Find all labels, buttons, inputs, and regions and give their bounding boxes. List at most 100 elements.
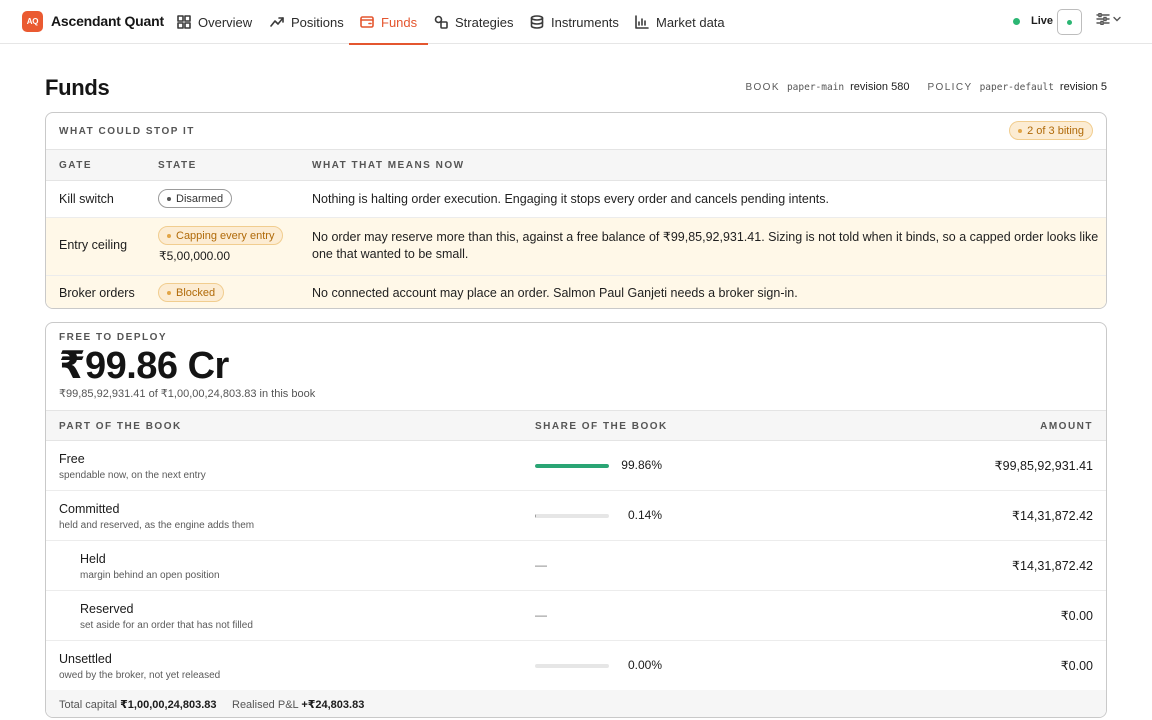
funds-row-unsettled[interactable]: Unsettled owed by the broker, not yet re… bbox=[46, 641, 1106, 691]
page-title: Funds bbox=[45, 75, 110, 100]
share-bar bbox=[535, 464, 609, 468]
wallet-icon bbox=[360, 16, 374, 28]
total-capital-label: Total capital bbox=[59, 699, 118, 711]
policy-revision: revision 5 bbox=[1059, 81, 1107, 93]
part-amount: ₹14,31,872.42 bbox=[1012, 559, 1093, 573]
gate-name: Entry ceiling bbox=[59, 238, 128, 252]
state-badge-text: Blocked bbox=[176, 286, 216, 299]
brand-logo[interactable]: AQ bbox=[22, 11, 43, 32]
share-empty: — bbox=[535, 558, 547, 572]
part-title: Unsettled bbox=[59, 652, 112, 666]
part-desc: owed by the broker, not yet released bbox=[59, 670, 221, 681]
nav-market-data-label: Market data bbox=[656, 14, 725, 30]
nav-overview-label: Overview bbox=[198, 14, 253, 30]
gates-table-header: GATE STATE WHAT THAT MEANS NOW bbox=[46, 150, 1106, 181]
share-bar bbox=[535, 664, 609, 668]
realised-pnl-label: Realised P&L bbox=[232, 699, 299, 711]
col-state: STATE bbox=[158, 160, 197, 171]
sliders-icon bbox=[1096, 13, 1110, 25]
share-bar-fill bbox=[535, 464, 609, 468]
state-badge-text: Disarmed bbox=[176, 192, 224, 205]
funds-table-header: PART OF THE BOOK SHARE OF THE BOOK AMOUN… bbox=[46, 410, 1106, 441]
gates-card: WHAT COULD STOP IT 2 of 3 biting GATE ST… bbox=[45, 112, 1107, 309]
part-title: Reserved bbox=[80, 602, 134, 616]
shapes-icon bbox=[434, 15, 448, 29]
share-percent: 99.86% bbox=[621, 458, 662, 472]
trend-icon bbox=[270, 17, 284, 27]
state-badge-text: Capping every entry bbox=[176, 229, 275, 242]
entry-ceiling-value: ₹5,00,000.00 bbox=[159, 249, 231, 263]
state-badge: Capping every entry bbox=[158, 226, 284, 245]
bar-chart-icon bbox=[635, 15, 649, 29]
part-amount: ₹0.00 bbox=[1060, 659, 1093, 673]
settings-menu-button[interactable] bbox=[1096, 13, 1121, 25]
book-revision: revision 580 bbox=[850, 81, 910, 93]
biting-count-text: 2 of 3 biting bbox=[1027, 124, 1084, 137]
live-status-dot bbox=[1013, 18, 1020, 25]
nav-positions[interactable]: Positions bbox=[270, 0, 344, 44]
live-toggle-button[interactable] bbox=[1057, 9, 1082, 35]
gate-name: Broker orders bbox=[59, 286, 135, 300]
biting-count-badge: 2 of 3 biting bbox=[1009, 121, 1093, 140]
funds-card: FREE TO DEPLOY ₹99.86 Cr ₹99,85,92,931.4… bbox=[45, 322, 1107, 718]
part-title: Held bbox=[80, 552, 106, 566]
col-part: PART OF THE BOOK bbox=[59, 421, 182, 432]
funds-row-free[interactable]: Free spendable now, on the next entry 99… bbox=[46, 441, 1106, 491]
realised-pnl: Realised P&L +₹24,803.83 bbox=[232, 698, 364, 711]
policy-key: POLICY bbox=[927, 82, 973, 93]
nav-overview[interactable]: Overview bbox=[177, 0, 252, 44]
gate-row-entry-ceiling[interactable]: Entry ceiling Capping every entry ₹5,00,… bbox=[46, 218, 1106, 276]
state-badge: Disarmed bbox=[158, 189, 233, 208]
share-bar bbox=[535, 514, 609, 518]
policy-value: paper-default bbox=[979, 82, 1054, 93]
col-share: SHARE OF THE BOOK bbox=[535, 421, 668, 432]
gate-row-kill-switch[interactable]: Kill switch Disarmed Nothing is halting … bbox=[46, 181, 1106, 218]
share-percent: 0.00% bbox=[627, 658, 662, 672]
nav-strategies[interactable]: Strategies bbox=[434, 0, 514, 44]
funds-row-committed[interactable]: Committed held and reserved, as the engi… bbox=[46, 491, 1106, 541]
funds-row-held[interactable]: Held margin behind an open position — ₹1… bbox=[46, 541, 1106, 591]
part-title: Committed bbox=[59, 502, 120, 516]
nav-positions-label: Positions bbox=[291, 14, 344, 30]
part-amount: ₹0.00 bbox=[1060, 609, 1093, 623]
chevron-down-icon bbox=[1113, 16, 1121, 22]
share-empty: — bbox=[535, 608, 547, 622]
book-value: paper-main bbox=[786, 82, 845, 93]
col-gate: GATE bbox=[59, 160, 93, 171]
top-nav-bar: AQ Ascendant Quant Overview Positions Fu… bbox=[0, 0, 1152, 45]
total-capital: Total capital ₹1,00,00,24,803.83 bbox=[59, 698, 217, 711]
funds-row-reserved[interactable]: Reserved set aside for an order that has… bbox=[46, 591, 1106, 641]
brand-name[interactable]: Ascendant Quant bbox=[51, 13, 164, 29]
nav-strategies-label: Strategies bbox=[455, 14, 514, 30]
col-amount: AMOUNT bbox=[1040, 421, 1093, 432]
grid-icon bbox=[177, 15, 191, 29]
gate-row-broker-orders[interactable]: Broker orders Blocked No connected accou… bbox=[46, 276, 1106, 308]
part-desc: margin behind an open position bbox=[80, 570, 220, 581]
part-amount: ₹14,31,872.42 bbox=[1012, 509, 1093, 523]
gates-card-header: WHAT COULD STOP IT 2 of 3 biting bbox=[46, 113, 1106, 150]
database-icon bbox=[530, 15, 544, 29]
nav-funds[interactable]: Funds bbox=[348, 0, 429, 45]
part-amount: ₹99,85,92,931.41 bbox=[994, 459, 1093, 473]
part-title: Free bbox=[59, 452, 85, 466]
book-key: BOOK bbox=[745, 82, 780, 93]
free-to-deploy-label: FREE TO DEPLOY bbox=[59, 332, 168, 343]
funds-footer: Total capital ₹1,00,00,24,803.83 Realise… bbox=[46, 690, 1106, 717]
share-percent: 0.14% bbox=[627, 508, 662, 522]
live-status-label: Live bbox=[1031, 15, 1054, 27]
gate-name: Kill switch bbox=[59, 192, 114, 206]
nav-market-data[interactable]: Market data bbox=[635, 0, 725, 44]
live-indicator-icon bbox=[1067, 20, 1072, 25]
nav-instruments[interactable]: Instruments bbox=[530, 0, 619, 44]
col-meaning: WHAT THAT MEANS NOW bbox=[312, 160, 465, 171]
free-to-deploy-subline: ₹99,85,92,931.41 of ₹1,00,00,24,803.83 i… bbox=[59, 388, 316, 400]
free-to-deploy-headline: ₹99.86 Cr bbox=[59, 345, 229, 387]
part-desc: spendable now, on the next entry bbox=[59, 470, 206, 481]
realised-pnl-value: +₹24,803.83 bbox=[301, 699, 365, 711]
part-desc: set aside for an order that has not fill… bbox=[80, 620, 253, 631]
nav-funds-label: Funds bbox=[381, 14, 418, 30]
book-policy-meta: BOOK paper-main revision 580 POLICY pape… bbox=[745, 81, 1107, 93]
nav-instruments-label: Instruments bbox=[551, 14, 619, 30]
gate-meaning: Nothing is halting order execution. Enga… bbox=[312, 192, 829, 206]
part-desc: held and reserved, as the engine adds th… bbox=[59, 520, 255, 531]
